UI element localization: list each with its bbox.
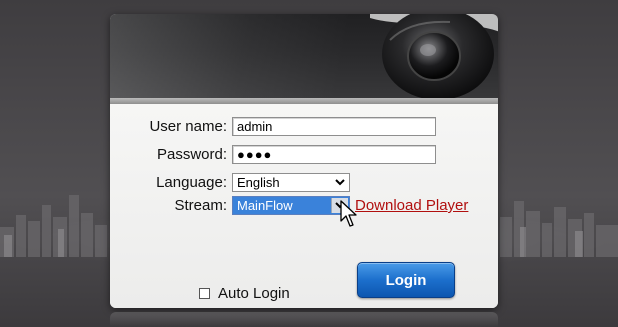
language-label: Language: — [156, 174, 227, 191]
language-select[interactable]: English — [232, 173, 350, 192]
auto-login-checkbox[interactable] — [199, 288, 210, 299]
username-label: User name: — [149, 118, 227, 135]
mouse-cursor-icon — [340, 200, 358, 228]
login-button[interactable]: Login — [357, 262, 455, 298]
language-value: English — [237, 175, 280, 190]
stream-select[interactable]: MainFlow — [232, 196, 350, 215]
panel-header — [110, 14, 498, 104]
login-button-label: Login — [385, 271, 427, 289]
camera-dome-icon — [360, 14, 498, 106]
username-input[interactable]: admin — [232, 117, 436, 136]
password-label: Password: — [156, 146, 227, 163]
download-player-link[interactable]: Download Player — [355, 197, 468, 214]
login-panel: User name: admin Password: ●●●● Language… — [110, 14, 498, 308]
chevron-down-icon — [332, 175, 348, 190]
stream-value: MainFlow — [237, 198, 293, 213]
panel-reflection — [110, 312, 498, 327]
auto-login-label: Auto Login — [218, 285, 290, 302]
stream-label: Stream: — [174, 197, 227, 214]
password-input[interactable]: ●●●● — [232, 145, 436, 164]
